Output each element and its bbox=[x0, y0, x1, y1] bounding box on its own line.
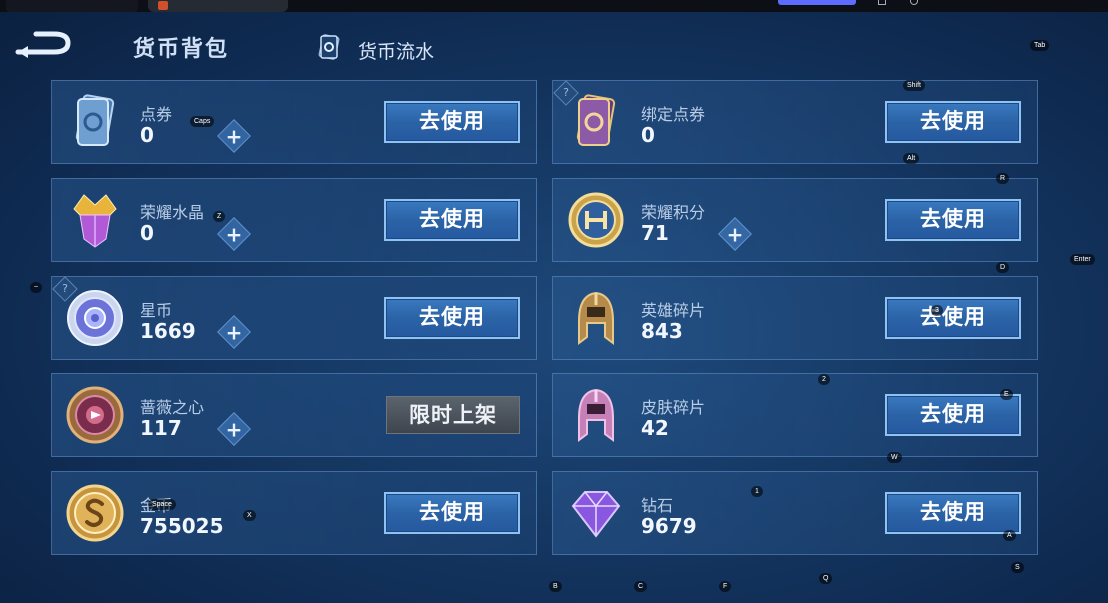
currency-card-bound-voucher: ? 绑定点券 0 去使用 bbox=[552, 80, 1038, 164]
currency-value: 9679 bbox=[641, 514, 697, 538]
use-button[interactable]: 去使用 bbox=[885, 101, 1021, 143]
add-star-coin-button[interactable]: + bbox=[217, 315, 251, 349]
key-hint-e: E bbox=[1000, 389, 1013, 400]
browser-tab[interactable] bbox=[6, 0, 138, 12]
tab-currency-flow[interactable]: 货币流水 bbox=[358, 37, 434, 64]
currency-name: 荣耀积分 bbox=[641, 203, 706, 222]
use-button[interactable]: 去使用 bbox=[384, 297, 520, 339]
use-button[interactable]: 去使用 bbox=[384, 101, 520, 143]
plus-icon: + bbox=[225, 320, 243, 345]
plus-icon: + bbox=[726, 222, 744, 247]
page-title: 货币背包 bbox=[133, 37, 230, 62]
currency-name: 星币 bbox=[140, 301, 173, 320]
currency-name: 绑定点券 bbox=[641, 105, 706, 124]
currency-value: 71 bbox=[641, 221, 669, 245]
window-icon[interactable] bbox=[910, 0, 918, 5]
key-hint-space: Space bbox=[148, 499, 176, 510]
key-hint-alt: Alt bbox=[903, 153, 920, 164]
key-hint-q: Q bbox=[819, 573, 833, 584]
gold-coin-icon bbox=[66, 484, 124, 542]
key-hint-c: C bbox=[634, 581, 648, 592]
hero-shard-helmet-icon bbox=[578, 291, 614, 345]
back-arrow-icon[interactable] bbox=[14, 30, 72, 60]
key-hint-caps: Caps bbox=[190, 116, 215, 127]
window-icon[interactable] bbox=[878, 0, 886, 5]
key-hint-w: W bbox=[887, 452, 902, 463]
key-hint-r: R bbox=[996, 173, 1010, 184]
currency-value: 755025 bbox=[140, 514, 224, 538]
key-hint-tab: Tab bbox=[1030, 40, 1050, 51]
currency-name: 钻石 bbox=[641, 496, 674, 515]
browser-tab-strip bbox=[0, 0, 1108, 12]
key-hint-shift: Shift bbox=[903, 80, 926, 91]
currency-value: 0 bbox=[140, 221, 154, 245]
key-hint-3: 3 bbox=[931, 305, 943, 316]
use-button[interactable]: 去使用 bbox=[384, 492, 520, 534]
currency-name: 点券 bbox=[140, 105, 173, 124]
app-favicon-icon bbox=[158, 1, 168, 10]
currency-value: 117 bbox=[140, 416, 182, 440]
voucher-card-icon bbox=[75, 94, 115, 146]
use-button[interactable]: 去使用 bbox=[885, 199, 1021, 241]
currency-card-skin-shard: 皮肤碎片 42 去使用 bbox=[552, 373, 1038, 457]
currency-card-glory-points: 荣耀积分 71 + 去使用 bbox=[552, 178, 1038, 262]
currency-name: 荣耀水晶 bbox=[140, 203, 205, 222]
star-coin-icon bbox=[67, 290, 123, 346]
key-hint-f: F bbox=[719, 581, 732, 592]
use-button[interactable]: 去使用 bbox=[885, 394, 1021, 436]
browser-action-button[interactable] bbox=[778, 0, 856, 5]
glory-crystal-icon bbox=[73, 194, 117, 248]
glory-points-medal-icon bbox=[568, 192, 624, 248]
browser-tab-active[interactable] bbox=[148, 0, 288, 12]
currency-value: 0 bbox=[641, 123, 655, 147]
plus-icon: + bbox=[225, 124, 243, 149]
key-hint-1: 1 bbox=[751, 486, 763, 497]
currency-card-glory-crystal: 荣耀水晶 0 + 去使用 bbox=[51, 178, 537, 262]
currency-card-star-coin: ? 星币 1669 + 去使用 bbox=[51, 276, 537, 360]
key-hint-tilde: ~ bbox=[30, 282, 43, 293]
currency-value: 42 bbox=[641, 416, 669, 440]
bound-voucher-card-icon bbox=[576, 94, 616, 146]
key-hint-2: 2 bbox=[818, 374, 830, 385]
diamond-icon bbox=[571, 491, 621, 538]
add-glory-crystal-button[interactable]: + bbox=[217, 217, 251, 251]
currency-value: 1669 bbox=[140, 319, 196, 343]
rose-heart-icon bbox=[66, 386, 124, 444]
use-button[interactable]: 去使用 bbox=[885, 492, 1021, 534]
use-button[interactable]: 去使用 bbox=[384, 199, 520, 241]
currency-value: 843 bbox=[641, 319, 683, 343]
currency-card-rose-heart: 蔷薇之心 117 + 限时上架 bbox=[51, 373, 537, 457]
key-hint-d: D bbox=[996, 262, 1010, 273]
currency-flow-icon[interactable] bbox=[316, 34, 342, 60]
currency-name: 蔷薇之心 bbox=[140, 398, 205, 417]
use-button[interactable]: 去使用 bbox=[885, 297, 1021, 339]
plus-icon: + bbox=[225, 417, 243, 442]
currency-name: 英雄碎片 bbox=[641, 301, 706, 320]
key-hint-s: S bbox=[1011, 562, 1024, 573]
key-hint-enter: Enter bbox=[1070, 254, 1095, 265]
currency-card-voucher: 点券 0 + 去使用 bbox=[51, 80, 537, 164]
skin-shard-icon bbox=[578, 388, 614, 442]
add-rose-heart-button[interactable]: + bbox=[217, 412, 251, 446]
add-voucher-button[interactable]: + bbox=[217, 119, 251, 153]
key-hint-b: B bbox=[549, 581, 562, 592]
key-hint-x: X bbox=[243, 510, 256, 521]
add-glory-points-button[interactable]: + bbox=[718, 217, 752, 251]
currency-card-hero-shard: 英雄碎片 843 去使用 bbox=[552, 276, 1038, 360]
key-hint-a: A bbox=[1003, 530, 1016, 541]
currency-value: 0 bbox=[140, 123, 154, 147]
currency-card-gold-coin: 金币 755025 去使用 bbox=[51, 471, 537, 555]
plus-icon: + bbox=[225, 222, 243, 247]
currency-name: 皮肤碎片 bbox=[641, 398, 706, 417]
currency-card-diamond: 钻石 9679 去使用 bbox=[552, 471, 1038, 555]
limited-time-button[interactable]: 限时上架 bbox=[386, 396, 520, 434]
